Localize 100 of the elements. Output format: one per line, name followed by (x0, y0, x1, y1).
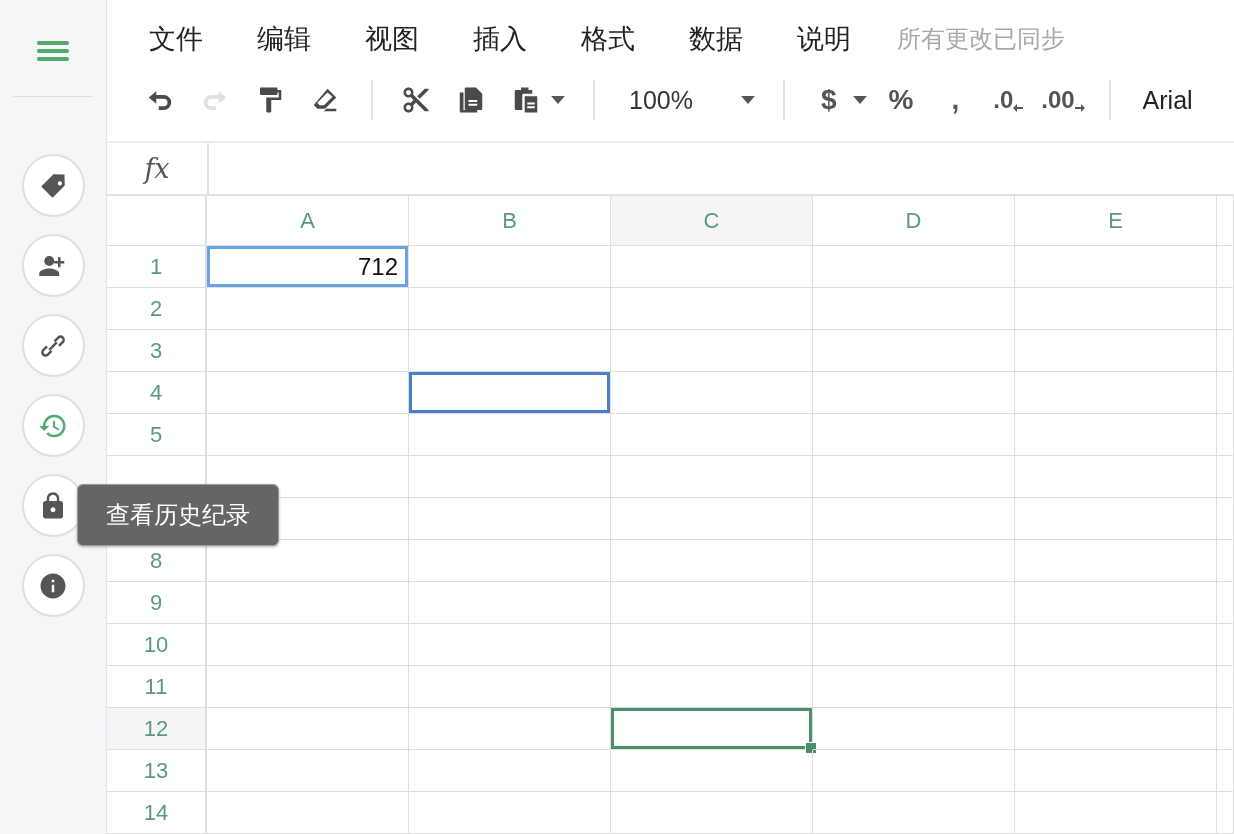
spreadsheet-cell[interactable]: 712 (207, 246, 409, 288)
spreadsheet-cell[interactable] (1015, 456, 1217, 498)
comma-button[interactable]: , (951, 84, 960, 117)
fill-handle[interactable] (805, 742, 817, 754)
menu-item[interactable]: 格式 (581, 20, 635, 57)
spreadsheet-cell[interactable] (207, 330, 409, 372)
spreadsheet-cell[interactable] (1217, 708, 1234, 750)
spreadsheet-cell[interactable] (813, 708, 1015, 750)
scissors-icon[interactable] (401, 85, 431, 116)
spreadsheet-cell[interactable] (1217, 624, 1234, 666)
spreadsheet-cell[interactable] (1015, 708, 1217, 750)
spreadsheet-cell[interactable] (611, 456, 813, 498)
spreadsheet-cell[interactable] (611, 288, 813, 330)
spreadsheet-cell[interactable] (409, 288, 611, 330)
spreadsheet-cell[interactable] (207, 288, 409, 330)
spreadsheet-cell[interactable] (409, 792, 611, 834)
spreadsheet-cell[interactable] (409, 582, 611, 624)
spreadsheet-cell[interactable] (1217, 288, 1234, 330)
spreadsheet-cell[interactable] (207, 750, 409, 792)
row-header[interactable]: 3 (107, 330, 207, 372)
percent-button[interactable]: % (888, 84, 914, 117)
spreadsheet-cell[interactable] (1015, 582, 1217, 624)
caret-icon[interactable] (852, 96, 867, 105)
select-all-corner[interactable] (107, 196, 207, 246)
column-header[interactable] (1217, 196, 1234, 246)
spreadsheet-cell[interactable] (1015, 246, 1217, 288)
spreadsheet-cell[interactable] (1217, 792, 1234, 834)
column-header[interactable]: C (611, 196, 813, 246)
spreadsheet-cell[interactable] (207, 414, 409, 456)
spreadsheet-cell[interactable] (611, 498, 813, 540)
spreadsheet-cell[interactable] (611, 540, 813, 582)
spreadsheet-cell[interactable] (409, 330, 611, 372)
menu-item[interactable]: 说明 (797, 20, 851, 57)
spreadsheet-cell[interactable] (813, 498, 1015, 540)
row-header[interactable]: 9 (107, 582, 207, 624)
spreadsheet-cell[interactable] (207, 624, 409, 666)
caret-icon[interactable] (740, 96, 755, 105)
spreadsheet-cell[interactable] (611, 372, 813, 414)
row-header[interactable]: 2 (107, 288, 207, 330)
caret-icon[interactable] (551, 96, 565, 105)
spreadsheet-cell[interactable] (409, 456, 611, 498)
spreadsheet-cell[interactable] (409, 708, 611, 750)
spreadsheet-cell[interactable] (813, 288, 1015, 330)
row-header[interactable]: 14 (107, 792, 207, 834)
spreadsheet-cell[interactable] (611, 666, 813, 708)
spreadsheet-cell[interactable] (1217, 372, 1234, 414)
spreadsheet-cell[interactable] (1015, 372, 1217, 414)
column-header[interactable]: E (1015, 196, 1217, 246)
spreadsheet-cell[interactable] (409, 372, 611, 414)
spreadsheet-cell[interactable] (1217, 498, 1234, 540)
spreadsheet-cell[interactable] (207, 372, 409, 414)
currency-button[interactable]: $ (820, 84, 837, 117)
spreadsheet-cell[interactable] (409, 246, 611, 288)
menu-item[interactable]: 数据 (689, 20, 743, 57)
spreadsheet-cell[interactable] (1015, 330, 1217, 372)
spreadsheet-cell[interactable] (409, 498, 611, 540)
spreadsheet-cell[interactable] (409, 666, 611, 708)
row-header[interactable]: 1 (107, 246, 207, 288)
spreadsheet-cell[interactable] (207, 540, 409, 582)
spreadsheet-cell[interactable] (207, 582, 409, 624)
spreadsheet-cell[interactable] (611, 582, 813, 624)
spreadsheet-cell[interactable] (409, 750, 611, 792)
row-header[interactable]: 5 (107, 414, 207, 456)
spreadsheet-cell[interactable] (813, 456, 1015, 498)
menu-item[interactable]: 文件 (149, 20, 203, 57)
spreadsheet-cell[interactable] (611, 750, 813, 792)
spreadsheet-cell[interactable] (611, 246, 813, 288)
spreadsheet-cell[interactable] (1217, 246, 1234, 288)
spreadsheet-cell[interactable] (1217, 414, 1234, 456)
row-header[interactable]: 13 (107, 750, 207, 792)
spreadsheet-cell[interactable] (207, 792, 409, 834)
spreadsheet-cell[interactable] (1015, 666, 1217, 708)
spreadsheet-cell[interactable] (1217, 456, 1234, 498)
zoom-select[interactable]: 100% (629, 85, 693, 115)
row-header[interactable]: 8 (107, 540, 207, 582)
spreadsheet-cell[interactable] (813, 330, 1015, 372)
menu-item[interactable]: 编辑 (257, 20, 311, 57)
column-header[interactable]: A (207, 196, 409, 246)
menu-icon[interactable] (37, 39, 69, 63)
spreadsheet-cell[interactable] (1015, 288, 1217, 330)
row-header[interactable]: 10 (107, 624, 207, 666)
spreadsheet-cell[interactable] (813, 582, 1015, 624)
spreadsheet-cell[interactable] (611, 330, 813, 372)
spreadsheet-cell[interactable] (409, 624, 611, 666)
decrease-decimals-button[interactable]: .0 (993, 86, 1024, 115)
spreadsheet-cell[interactable] (1015, 540, 1217, 582)
increase-decimals-button[interactable]: .00 (1041, 86, 1085, 115)
spreadsheet-cell[interactable] (813, 246, 1015, 288)
spreadsheet-cell[interactable] (409, 414, 611, 456)
spreadsheet-cell[interactable] (1217, 330, 1234, 372)
spreadsheet-cell[interactable] (611, 792, 813, 834)
menu-item[interactable]: 视图 (365, 20, 419, 57)
spreadsheet-cell[interactable] (813, 750, 1015, 792)
font-select[interactable]: Arial (1142, 85, 1193, 115)
menu-item[interactable]: 插入 (473, 20, 527, 57)
spreadsheet-cell[interactable] (813, 372, 1015, 414)
spreadsheet-cell[interactable] (207, 666, 409, 708)
spreadsheet-cell[interactable] (813, 624, 1015, 666)
row-header[interactable]: 4 (107, 372, 207, 414)
spreadsheet-cell[interactable] (1217, 582, 1234, 624)
